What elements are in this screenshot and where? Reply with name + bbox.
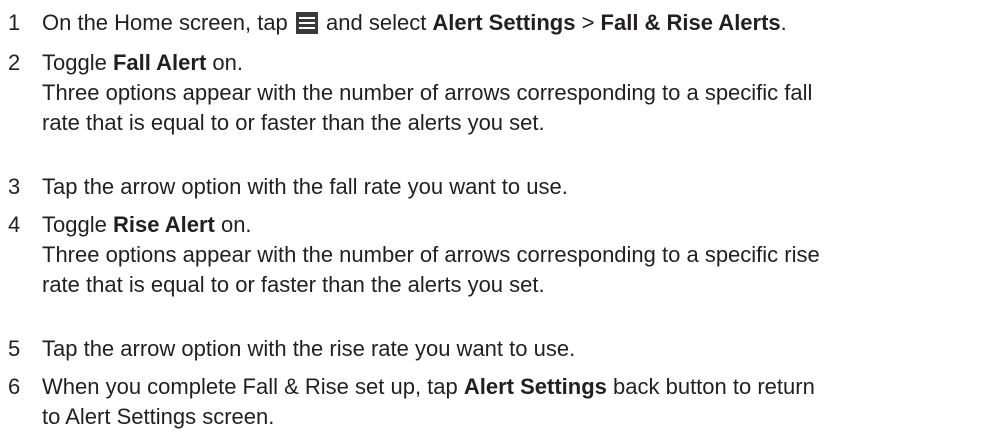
step-detail-line: Three options appear with the number of … (42, 242, 820, 267)
step-number: 3 (8, 174, 21, 199)
step-text-segment: > (575, 10, 601, 35)
step-text-segment: When you complete Fall & Rise set up, ta… (42, 374, 464, 399)
step-number: 1 (8, 10, 21, 35)
fall-rise-alerts-label: Fall & Rise Alerts (600, 10, 781, 35)
step-detail-line: Three options appear with the number of … (42, 80, 813, 105)
step-text: On the Home screen, tap and select Alert… (42, 8, 993, 38)
step-text-segment: Toggle (42, 50, 113, 75)
step-detail-line: rate that is equal to or faster than the… (42, 110, 545, 135)
step-text-segment: on. (206, 50, 243, 75)
step-text-segment: On the Home screen, tap (42, 10, 294, 35)
step-text: Toggle Rise Alert on. Three options appe… (42, 210, 993, 300)
rise-alert-label: Rise Alert (112, 212, 215, 237)
step-text: When you complete Fall & Rise set up, ta… (42, 372, 993, 432)
step-number: 6 (8, 374, 21, 399)
step-text: Toggle Fall Alert on. Three options appe… (42, 48, 993, 138)
step-number: 5 (8, 336, 21, 361)
step-detail-line: to Alert Settings screen. (42, 404, 275, 429)
step-text-segment: back button to return (606, 374, 815, 399)
step-instruction: Toggle Rise Alert on. (42, 210, 993, 240)
step-text-segment: on. (214, 212, 252, 237)
step-text-segment: and select (319, 10, 433, 35)
step-number: 2 (8, 50, 21, 75)
alert-settings-label: Alert Settings (432, 10, 576, 35)
step-text-segment: Toggle (42, 212, 113, 237)
alert-settings-label: Alert Settings (463, 374, 607, 399)
step-number: 4 (8, 212, 21, 237)
fall-alert-label: Fall Alert (112, 50, 207, 75)
step-instruction: When you complete Fall & Rise set up, ta… (42, 372, 993, 402)
step-instruction: Toggle Fall Alert on. (42, 48, 993, 78)
step-text: Tap the arrow option with the fall rate … (42, 174, 568, 199)
step-text: Tap the arrow option with the rise rate … (42, 336, 576, 361)
menu-icon (295, 12, 318, 34)
step-detail-line: rate that is equal to or faster than the… (42, 272, 545, 297)
step-text-segment: . (780, 10, 787, 35)
